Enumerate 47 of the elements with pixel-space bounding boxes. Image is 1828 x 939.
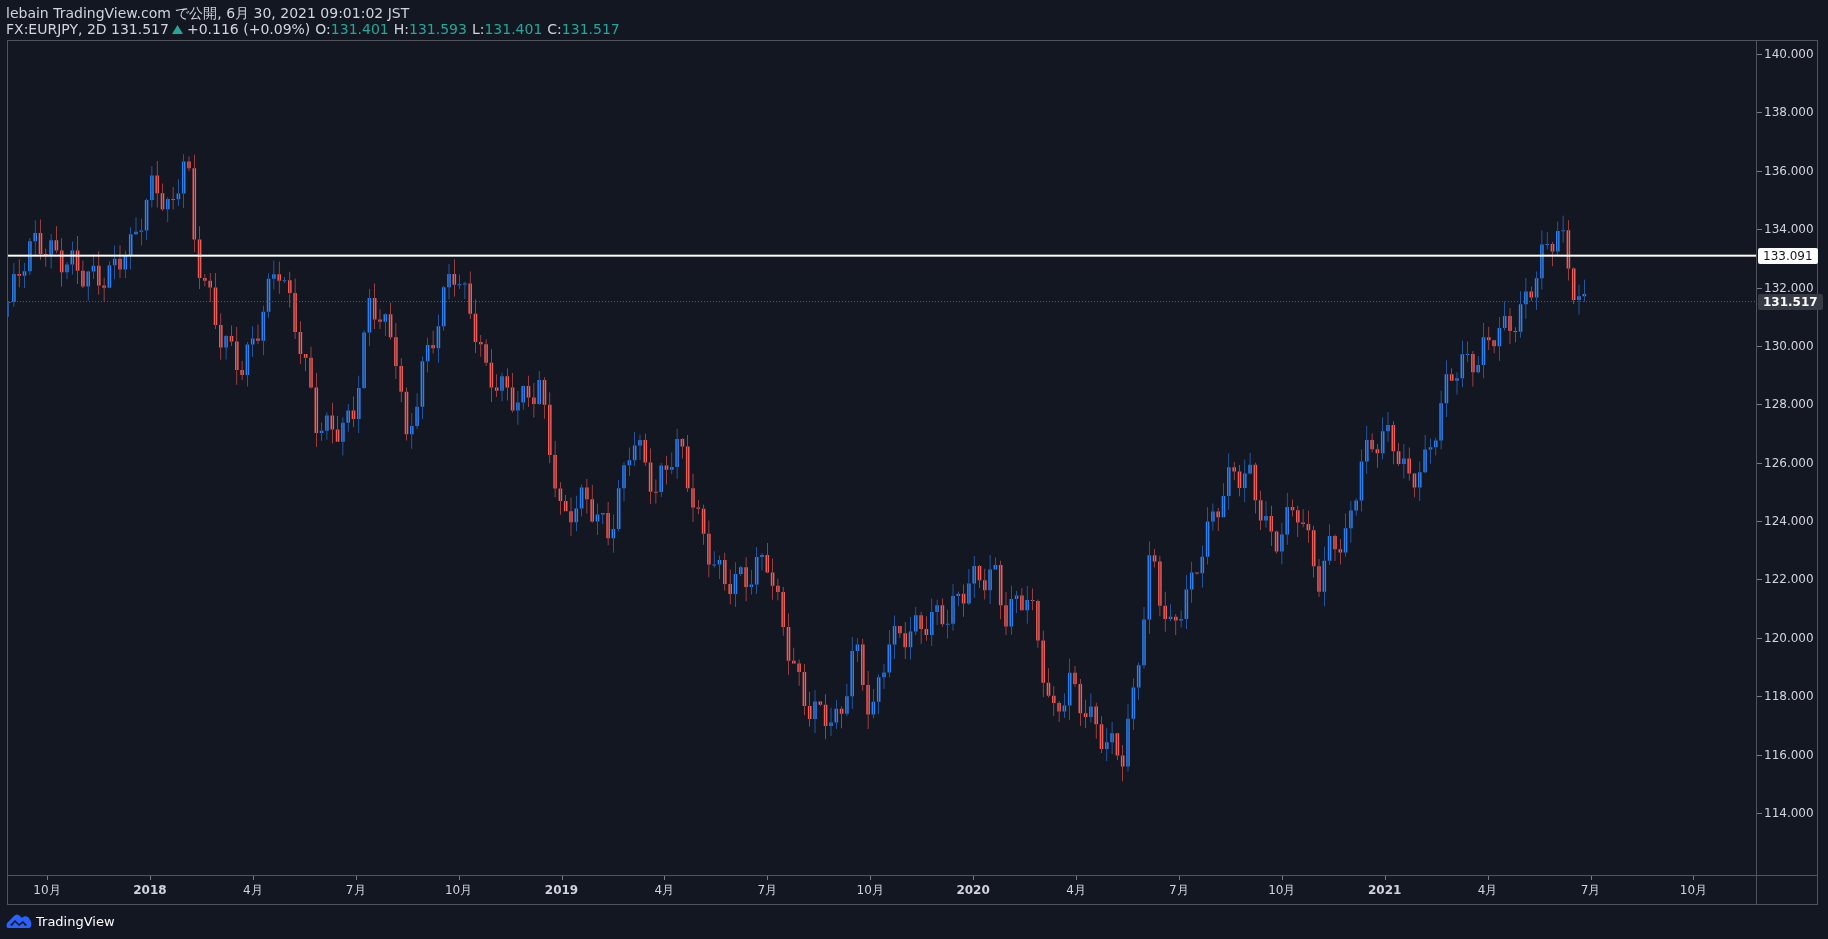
time-label: 2018 bbox=[133, 883, 167, 897]
time-label: 4月 bbox=[243, 883, 263, 897]
time-label: 10月 bbox=[444, 883, 473, 897]
time-label: 7月 bbox=[757, 883, 778, 897]
time-label: 7月 bbox=[345, 883, 366, 897]
price-label: 130.000 bbox=[1764, 338, 1814, 353]
price-label: 122.000 bbox=[1764, 572, 1814, 587]
time-label: 2020 bbox=[956, 883, 990, 897]
ohlc-value: 131.401 bbox=[484, 21, 543, 37]
time-label: 7月 bbox=[1580, 883, 1601, 897]
price-label: 124.000 bbox=[1764, 514, 1814, 529]
brand-name[interactable]: TradingView bbox=[36, 913, 115, 929]
ohlc-label: H: bbox=[393, 21, 409, 37]
last-price-label: 131.517 bbox=[1758, 293, 1823, 310]
price-label: 138.000 bbox=[1764, 105, 1814, 120]
publish-info: lebain TradingView.com で公開, 6月 30, 2021 09:01:02 JST bbox=[6, 5, 410, 21]
time-label: 10月 bbox=[856, 883, 884, 897]
ohlc-label: L: bbox=[471, 21, 485, 37]
price-label: 120.000 bbox=[1764, 630, 1814, 645]
price-label: 136.000 bbox=[1764, 163, 1814, 178]
time-label: 4月 bbox=[654, 883, 675, 897]
price-label: 134.000 bbox=[1764, 222, 1814, 237]
change-value: +0.116 (+0.09%) bbox=[186, 21, 311, 37]
time-label: 4月 bbox=[1066, 883, 1086, 897]
time-label: 2021 bbox=[1368, 883, 1402, 897]
symbol-label: FX:EURJPY, 2D 131.517 bbox=[6, 21, 169, 37]
time-label: 10月 bbox=[1679, 883, 1708, 897]
time-label: 2019 bbox=[544, 883, 579, 897]
ohlc-label: O: bbox=[315, 21, 331, 37]
price-label: 132.000 bbox=[1764, 280, 1814, 295]
ohlc-value: 131.401 bbox=[330, 21, 389, 37]
ohlc-value: 131.593 bbox=[409, 21, 467, 37]
line-price-label: 133.091 bbox=[1758, 247, 1818, 264]
ohlc-value: 131.517 bbox=[561, 21, 620, 37]
price-label: 140.000 bbox=[1764, 47, 1814, 61]
time-label: 7月 bbox=[1169, 883, 1189, 897]
price-label: 116.000 bbox=[1764, 747, 1814, 762]
price-label: 118.000 bbox=[1764, 689, 1814, 704]
price-label: 126.000 bbox=[1764, 455, 1814, 470]
ohlc-label: C: bbox=[547, 21, 562, 37]
time-label: 10月 bbox=[33, 883, 61, 897]
horizontal-line[interactable] bbox=[8, 254, 1756, 257]
logo-icon bbox=[6, 913, 32, 929]
time-label: 4月 bbox=[1477, 883, 1498, 897]
price-label: 114.000 bbox=[1764, 805, 1814, 820]
time-label: 10月 bbox=[1268, 883, 1296, 897]
price-label: 128.000 bbox=[1764, 397, 1814, 412]
